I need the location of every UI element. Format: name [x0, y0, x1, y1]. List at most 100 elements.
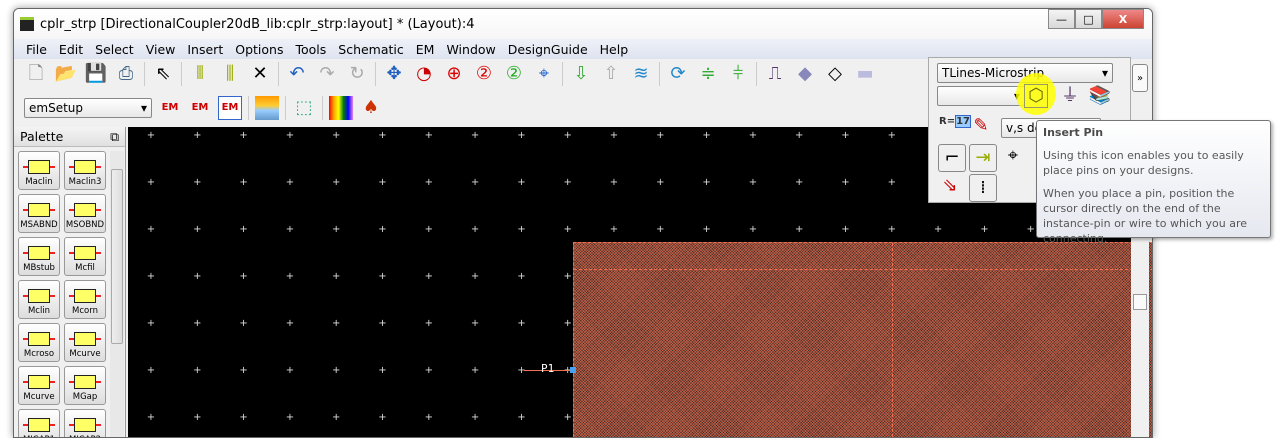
redo-icon[interactable]: ↷ [315, 62, 339, 86]
mirror-y-icon[interactable]: ⫩ [726, 62, 750, 86]
expand-toolbar-button[interactable]: » [1132, 64, 1148, 92]
area-pin-icon[interactable]: ⁞ [969, 174, 997, 202]
palette-item[interactable]: Mcurve [18, 366, 60, 405]
ground-icon[interactable]: ⏚ [1058, 84, 1082, 108]
layers-icon[interactable]: ≋ [629, 62, 653, 86]
grid-point: + [470, 130, 480, 141]
palette-item[interactable]: Mcorn [64, 280, 106, 319]
grid-point: + [702, 130, 711, 141]
component-icon [69, 289, 101, 303]
mirror-x-icon[interactable]: ≑ [696, 62, 720, 86]
substrate-layer-rect[interactable] [573, 242, 1152, 437]
palette-item[interactable]: Mcurve [64, 323, 106, 362]
open-folder-icon[interactable]: 📂 [54, 62, 78, 86]
grid-point: + [331, 412, 341, 423]
palette-item[interactable]: Maclin3 [64, 151, 106, 190]
connect-icon[interactable]: ⌖ [1001, 144, 1025, 168]
substrate-icon[interactable] [255, 96, 279, 120]
palette-item[interactable]: MBstub [18, 237, 60, 276]
rotate-icon[interactable]: ⟳ [666, 62, 690, 86]
palette-item[interactable]: Mclin [18, 280, 60, 319]
far-field-icon[interactable]: ♠ [359, 96, 383, 120]
pop-out-icon[interactable]: ⇧ [599, 62, 623, 86]
grid-point: + [146, 130, 156, 141]
edge-pin-icon[interactable]: ⇘ [938, 174, 962, 198]
palette-item[interactable]: Maclin [18, 151, 60, 190]
library-books-icon[interactable]: 📚 [1088, 84, 1112, 108]
grid-point: + [470, 365, 480, 376]
menu-insert[interactable]: Insert [181, 42, 229, 57]
palette-item[interactable]: MICAP1 [18, 409, 60, 437]
repeat-icon[interactable]: ↻ [345, 62, 369, 86]
em-disable-icon[interactable]: EM [188, 96, 212, 120]
grid-point: + [239, 224, 248, 235]
delete-icon[interactable]: ✕ [248, 62, 272, 86]
push-into-icon[interactable]: ⇩ [569, 62, 593, 86]
menu-select[interactable]: Select [89, 42, 140, 57]
visualization-icon[interactable] [329, 96, 353, 120]
menu-options[interactable]: Options [229, 42, 289, 57]
canvas-scrollbar[interactable]: » [1131, 59, 1149, 437]
em-simulate-icon[interactable]: EM [218, 96, 242, 120]
insert-multi-icon[interactable]: ⫼ [218, 62, 242, 86]
palette-item[interactable]: Mcfil [64, 237, 106, 276]
menu-tools[interactable]: Tools [289, 42, 332, 57]
zoom-in-icon[interactable]: ⊕ [442, 62, 466, 86]
rectangle-icon[interactable]: ▬ [853, 62, 877, 86]
pan-icon[interactable]: ⌖ [532, 62, 556, 86]
em-toolbar: emSetup ▾ EM EM EM ⬚ ♠ [14, 96, 383, 120]
component-icon [23, 418, 55, 432]
select-arrow-icon[interactable]: ⇖ [151, 62, 175, 86]
menu-file[interactable]: File [20, 42, 53, 57]
pencil-icon[interactable]: ✎ [969, 114, 993, 138]
trace-icon[interactable]: ⎍ [763, 62, 787, 86]
view-all-icon[interactable]: ✥ [382, 62, 406, 86]
component-icon [69, 418, 101, 432]
menu-schematic[interactable]: Schematic [332, 42, 410, 57]
em-setup-select[interactable]: emSetup ▾ [24, 98, 152, 118]
component-select[interactable]: ▾ [937, 86, 1025, 106]
palette-item[interactable]: Mcroso [18, 323, 60, 362]
undock-icon[interactable]: ⧉ [110, 129, 119, 145]
new-file-icon[interactable]: 🗋 [24, 62, 48, 86]
insert-pin-icon[interactable]: ⬡ [1024, 84, 1048, 108]
maximize-button[interactable]: □ [1075, 9, 1102, 29]
grid-point: + [794, 177, 804, 188]
zoom-in-2-icon[interactable]: ② [472, 62, 496, 86]
palette-item[interactable]: MICAP2 [64, 409, 106, 437]
menu-designguide[interactable]: DesignGuide [502, 42, 594, 57]
zoom-out-2-icon[interactable]: ② [502, 62, 526, 86]
polygon-icon[interactable]: ◆ [793, 62, 817, 86]
undo-icon[interactable]: ↶ [285, 62, 309, 86]
grid-point: + [841, 130, 850, 141]
menu-em[interactable]: EM [410, 42, 441, 57]
palette-item[interactable]: MGap [64, 366, 106, 405]
menu-edit[interactable]: Edit [53, 42, 89, 57]
palette-item[interactable]: MSOBND [64, 194, 106, 233]
component-icon [69, 246, 101, 260]
zoom-area-icon[interactable]: ◔ [412, 62, 436, 86]
save-icon[interactable]: 💾 [84, 62, 108, 86]
grid-point: + [702, 177, 711, 188]
close-button[interactable]: X [1102, 9, 1144, 29]
minimize-button[interactable]: — [1048, 9, 1075, 29]
insert-pin-small-icon[interactable]: ⇥ [969, 144, 997, 172]
grid-point: + [239, 365, 248, 376]
em-setup-gear-icon[interactable]: EM [158, 96, 182, 120]
palette-scrollbar[interactable] [110, 151, 124, 437]
palette-item[interactable]: MSABND [18, 194, 60, 233]
component-icon [23, 375, 55, 389]
grid-point: + [424, 177, 433, 188]
grid-point: + [470, 177, 480, 188]
pin-handle[interactable] [570, 367, 576, 373]
menu-window[interactable]: Window [440, 42, 501, 57]
menu-view[interactable]: View [140, 42, 182, 57]
port-io-icon[interactable]: ⌐ [938, 144, 966, 172]
print-icon[interactable]: ⎙ [114, 62, 138, 86]
3d-view-icon[interactable]: ⬚ [292, 96, 316, 120]
menu-help[interactable]: Help [594, 42, 635, 57]
component-icon [23, 332, 55, 346]
var-eqn-icon[interactable]: R=17 [939, 115, 972, 128]
insert-between-icon[interactable]: ⫴ [188, 62, 212, 86]
polyline-icon[interactable]: ◇ [823, 62, 847, 86]
